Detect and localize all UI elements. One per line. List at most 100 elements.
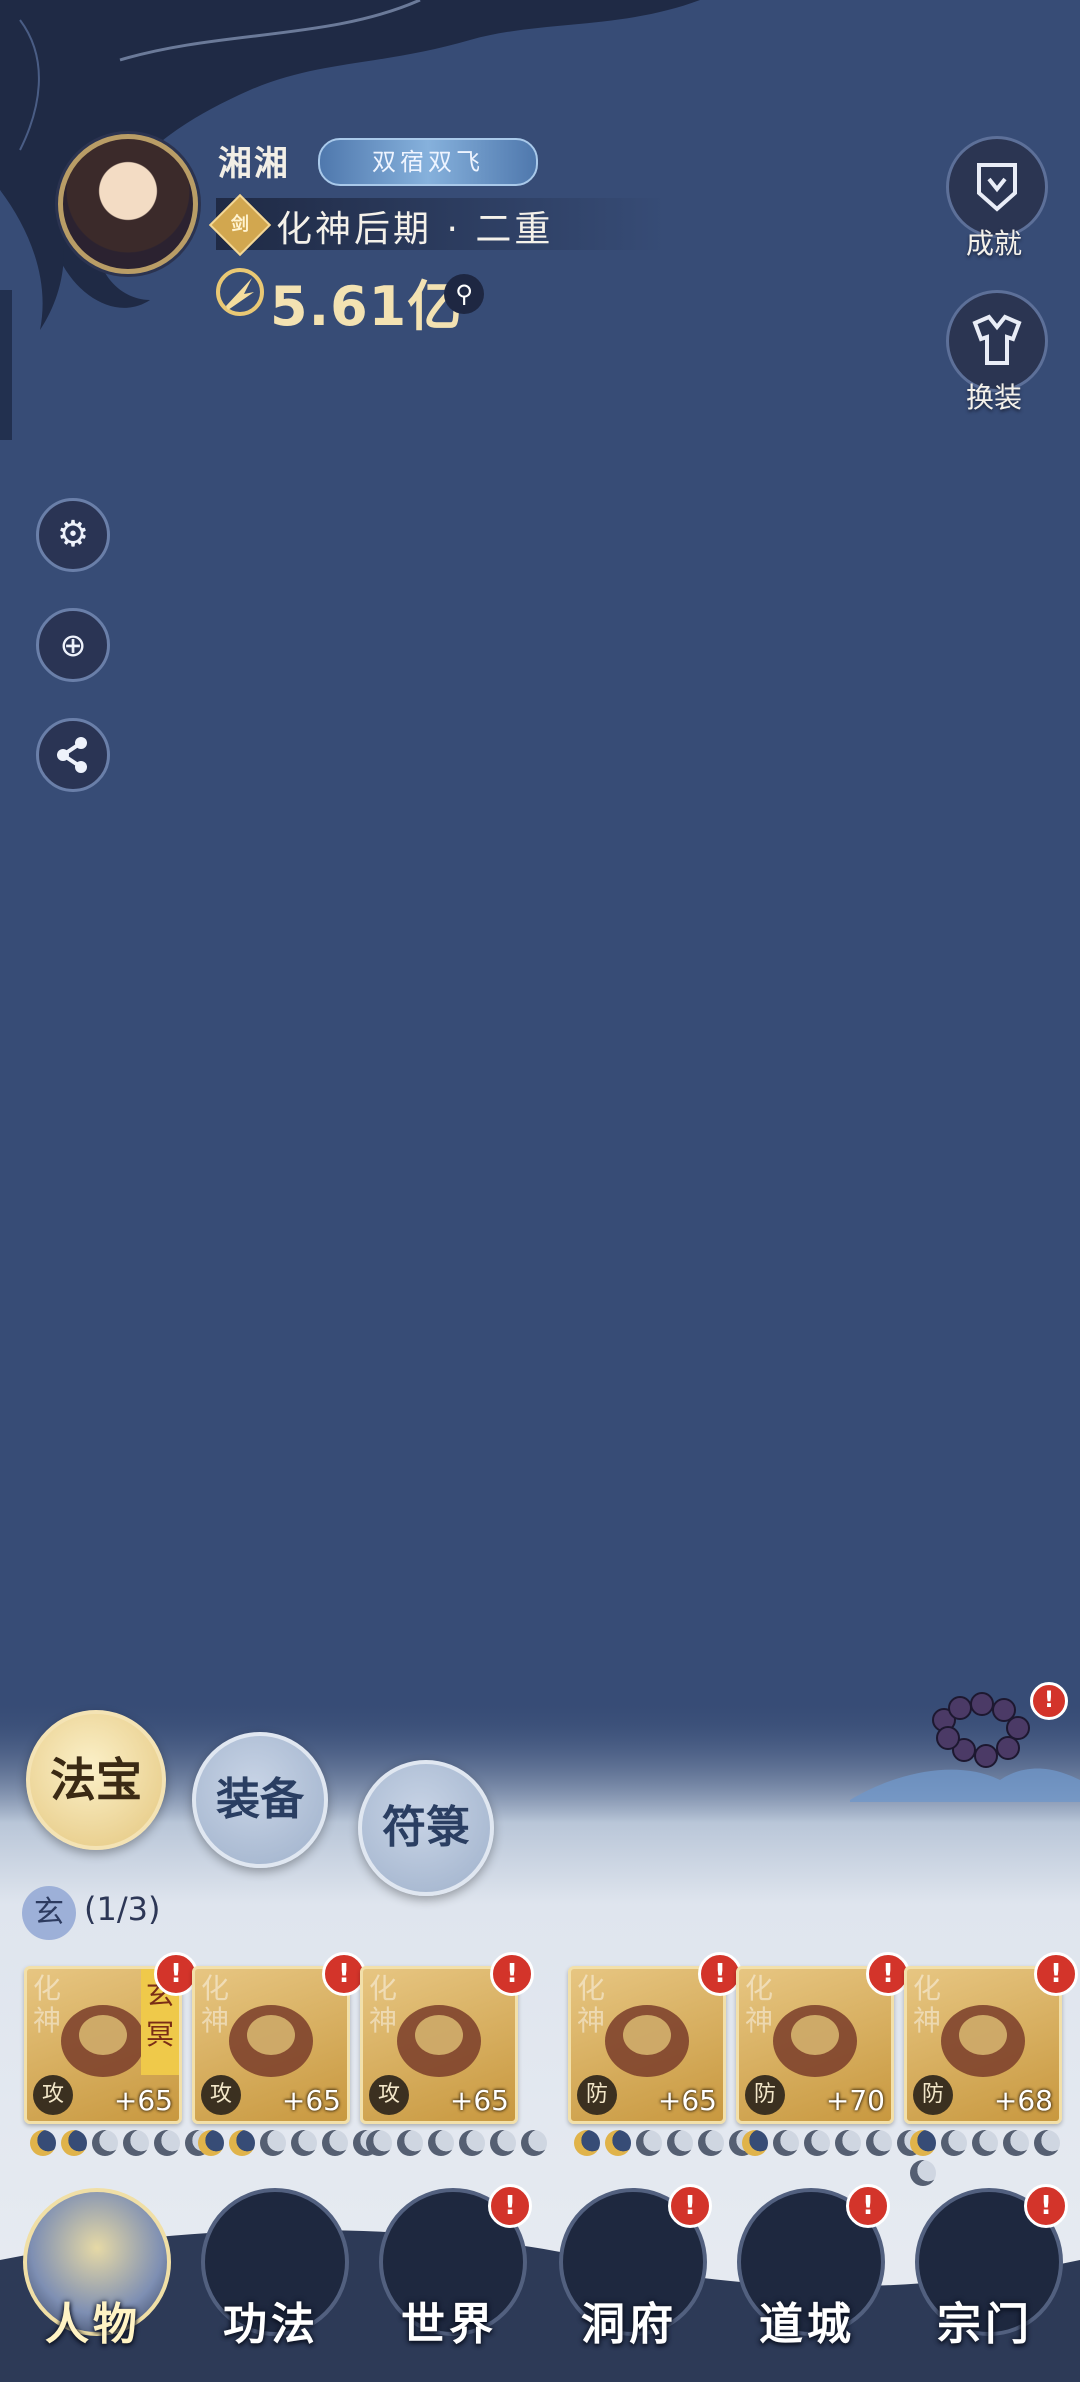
- slot-type-badge: 攻: [33, 2075, 73, 2115]
- slot-type-badge: 攻: [369, 2075, 409, 2115]
- nav-label: 功法: [223, 2299, 319, 2350]
- nav-item[interactable]: 宗门!: [910, 2184, 1068, 2350]
- star-rating: [366, 2130, 552, 2160]
- gear-icon: ⚙: [56, 514, 90, 555]
- nav-item[interactable]: 功法: [196, 2188, 349, 2350]
- nav-alert-icon: !: [488, 2184, 532, 2228]
- star-rating: [198, 2130, 384, 2160]
- moon-star-icon: [459, 2130, 485, 2156]
- title-badge[interactable]: 双宿双飞: [318, 138, 538, 186]
- avatar[interactable]: [58, 134, 198, 274]
- settings-button[interactable]: ⚙: [36, 498, 110, 572]
- moon-star-icon: [154, 2130, 180, 2156]
- moon-star-icon: [366, 2130, 392, 2156]
- tab-fabao[interactable]: 法宝: [26, 1710, 166, 1850]
- nav-label: 洞府: [581, 2299, 677, 2350]
- slot-alert-icon: !: [1034, 1952, 1078, 1996]
- moon-star-icon: [521, 2130, 547, 2156]
- star-rating: [574, 2130, 760, 2160]
- moon-star-icon: [835, 2130, 861, 2156]
- power-icon: [216, 268, 264, 316]
- slot-level: +68: [993, 2084, 1053, 2117]
- zoom-view-icon: ⊕: [59, 626, 87, 664]
- achievement-shield-icon: [977, 163, 1017, 212]
- moon-star-icon: [636, 2130, 662, 2156]
- item-slot[interactable]: 化神防 +65: [568, 1966, 726, 2124]
- moon-star-icon: [866, 2130, 892, 2156]
- moon-star-icon: [397, 2130, 423, 2156]
- achievement-label: 成就: [965, 227, 1022, 260]
- power-value: 5.61亿: [270, 275, 463, 338]
- player-name: 湘湘: [218, 144, 290, 184]
- moon-star-icon: [667, 2130, 693, 2156]
- nav-label: 世界: [401, 2299, 497, 2350]
- item-slot[interactable]: 化神攻 +65: [192, 1966, 350, 2124]
- share-button[interactable]: [36, 718, 110, 792]
- star-rating: [910, 2130, 1080, 2186]
- slot-level: +65: [281, 2084, 341, 2117]
- moon-star-icon: [428, 2130, 454, 2156]
- moon-star-icon: [574, 2130, 600, 2156]
- moon-star-icon: [260, 2130, 286, 2156]
- moon-star-icon: [198, 2130, 224, 2156]
- moon-star-icon: [605, 2130, 631, 2156]
- nav-item[interactable]: 洞府!: [554, 2184, 712, 2350]
- nav-alert-icon: !: [846, 2184, 890, 2228]
- moon-star-icon: [291, 2130, 317, 2156]
- moon-star-icon: [1034, 2130, 1060, 2156]
- item-slot[interactable]: 化神攻 +65: [360, 1966, 518, 2124]
- moon-star-icon: [698, 2130, 724, 2156]
- slot-level: +65: [113, 2084, 173, 2117]
- nav-label: 人物: [45, 2299, 141, 2350]
- nav-item[interactable]: 道城!: [732, 2184, 890, 2350]
- moon-star-icon: [804, 2130, 830, 2156]
- bracelet-icon: [932, 1692, 1030, 1768]
- moon-star-icon: [30, 2130, 56, 2156]
- moon-star-icon: [910, 2130, 936, 2156]
- moon-star-icon: [941, 2130, 967, 2156]
- moon-star-icon: [910, 2160, 936, 2186]
- outfit-icon: [972, 314, 1022, 365]
- slot-level: +70: [825, 2084, 885, 2117]
- slot-type-badge: 防: [577, 2075, 617, 2115]
- power-search-icon[interactable]: ⚲: [444, 274, 484, 314]
- realm-tag: 剑: [231, 214, 249, 235]
- realm-text: 化神后期 · 二重: [276, 209, 554, 250]
- nav-label: 道城: [759, 2299, 855, 2350]
- nav-label: 宗门: [937, 2299, 1033, 2350]
- star-rating: [30, 2130, 216, 2160]
- moon-star-icon: [123, 2130, 149, 2156]
- item-slot[interactable]: 化神防 +70: [736, 1966, 894, 2124]
- bracelet-alert-icon: !: [1030, 1682, 1068, 1720]
- slot-type-badge: 攻: [201, 2075, 241, 2115]
- moon-star-icon: [322, 2130, 348, 2156]
- slot-level: +65: [449, 2084, 509, 2117]
- nav-item[interactable]: 人物: [18, 2188, 171, 2350]
- nav-alert-icon: !: [668, 2184, 712, 2228]
- moon-star-icon: [490, 2130, 516, 2156]
- tab-equipment[interactable]: 装备: [192, 1732, 328, 1868]
- star-rating: [742, 2130, 928, 2160]
- moon-star-icon: [972, 2130, 998, 2156]
- tier-progress: (1/3): [84, 1890, 161, 1928]
- tier-badge: 玄: [22, 1886, 76, 1940]
- outfit-label: 换装: [965, 381, 1022, 414]
- nav-alert-icon: !: [1024, 2184, 1068, 2228]
- moon-star-icon: [1003, 2130, 1029, 2156]
- share-icon: [57, 737, 87, 773]
- tab-talisman[interactable]: 符箓: [358, 1760, 494, 1896]
- slot-alert-icon: !: [490, 1952, 534, 1996]
- slot-level: +65: [657, 2084, 717, 2117]
- slot-type-badge: 防: [745, 2075, 785, 2115]
- nav-item[interactable]: 世界!: [374, 2184, 532, 2350]
- moon-star-icon: [229, 2130, 255, 2156]
- zoom-view-button[interactable]: ⊕: [36, 608, 110, 682]
- moon-star-icon: [61, 2130, 87, 2156]
- moon-star-icon: [742, 2130, 768, 2156]
- item-slot[interactable]: 化神玄冥攻 +65: [24, 1966, 182, 2124]
- slot-type-badge: 防: [913, 2075, 953, 2115]
- moon-star-icon: [92, 2130, 118, 2156]
- item-slot[interactable]: 化神防 +68: [904, 1966, 1062, 2124]
- moon-star-icon: [773, 2130, 799, 2156]
- bracelet-item[interactable]: [930, 1690, 1040, 1770]
